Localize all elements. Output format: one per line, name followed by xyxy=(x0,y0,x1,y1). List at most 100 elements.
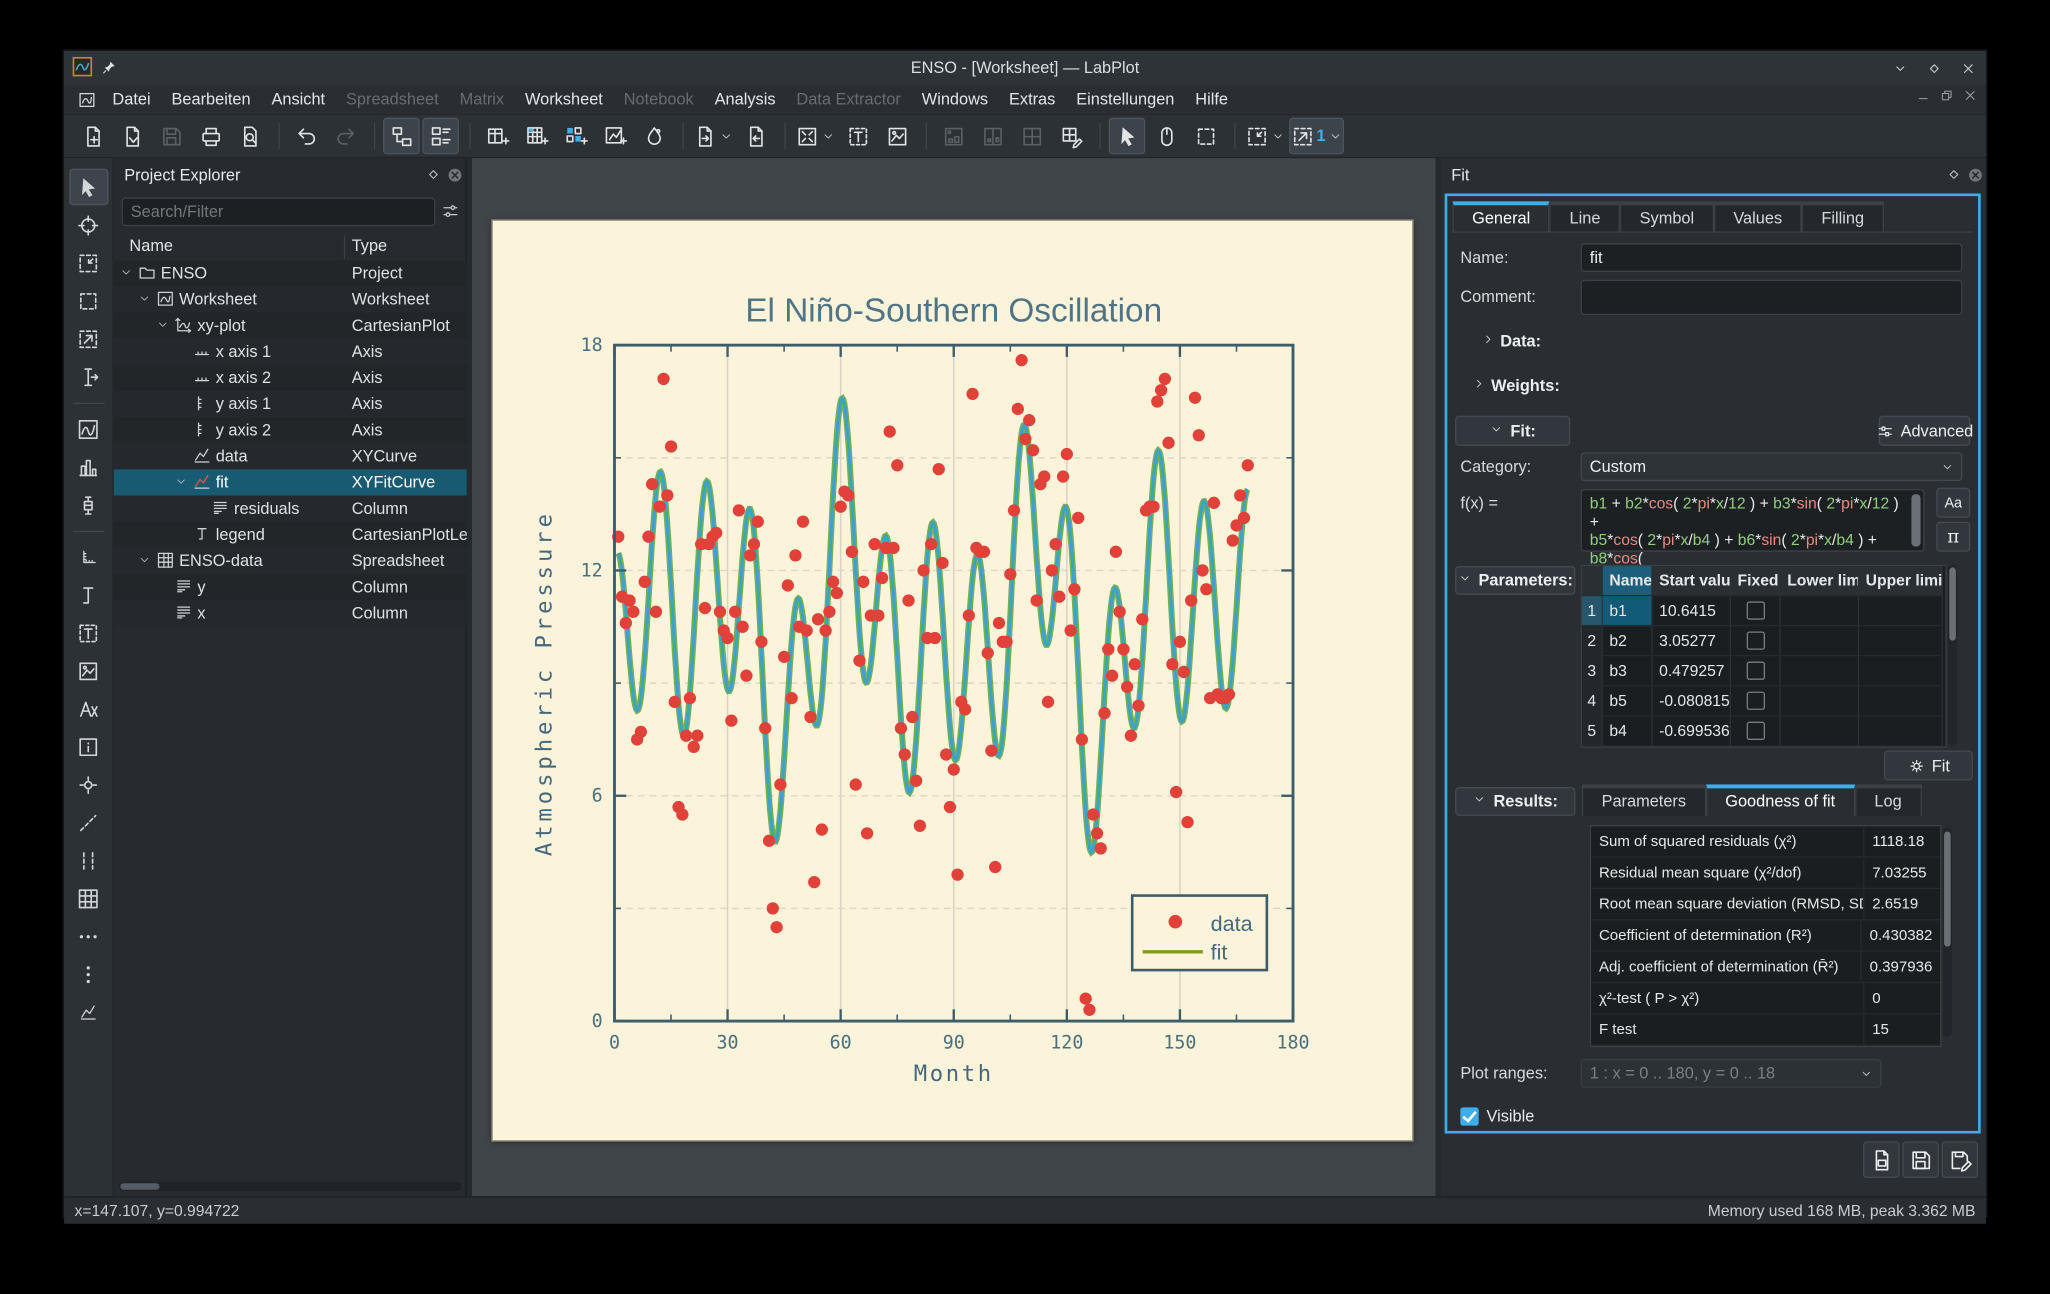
doc-new-button[interactable] xyxy=(75,118,112,155)
menu-hilfe[interactable]: Hilfe xyxy=(1185,88,1239,112)
column-divider[interactable] xyxy=(344,235,345,259)
tree-item-Worksheet[interactable]: WorksheetWorksheet xyxy=(114,286,467,312)
tool-axis-icon-button[interactable] xyxy=(69,539,108,576)
chevron-down-icon[interactable] xyxy=(821,129,835,143)
tool-grid-icon-button[interactable] xyxy=(69,880,108,917)
tool-zoom-fit-button[interactable] xyxy=(69,244,108,281)
new-worksheet-button[interactable] xyxy=(596,118,633,155)
upper-limit[interactable] xyxy=(1859,656,1943,686)
category-combobox[interactable]: Custom xyxy=(1581,452,1963,481)
maximize-icon[interactable] xyxy=(1923,58,1944,79)
formula-scrollbar[interactable] xyxy=(1911,494,1920,546)
name-input[interactable] xyxy=(1581,243,1963,272)
tree-item-residuals[interactable]: residualsColumn xyxy=(114,496,467,522)
close-icon[interactable] xyxy=(1957,58,1978,79)
upper-limit[interactable] xyxy=(1859,626,1943,656)
tool-latex-button[interactable] xyxy=(69,690,108,727)
tree-item-y-axis-2[interactable]: y axis 2Axis xyxy=(114,417,467,443)
fixed-checkbox[interactable] xyxy=(1746,692,1764,710)
parameter-row-b2[interactable]: 2b23.05277 xyxy=(1582,626,1945,656)
menu-windows[interactable]: Windows xyxy=(911,88,998,112)
fixed-checkbox[interactable] xyxy=(1746,662,1764,680)
param-name[interactable]: b4 xyxy=(1603,716,1653,746)
minimize-icon[interactable] xyxy=(1889,58,1910,79)
upper-limit[interactable] xyxy=(1859,596,1943,626)
image-frame-button[interactable] xyxy=(879,118,916,155)
mdi-min-icon[interactable] xyxy=(1915,88,1931,104)
chevron-down-icon[interactable] xyxy=(719,129,733,143)
run-fit-button[interactable]: Fit xyxy=(1884,750,1973,780)
parameter-row-b5[interactable]: 4b5-0.0808158 xyxy=(1582,686,1945,716)
lower-limit[interactable] xyxy=(1781,656,1859,686)
tool-crosshair-button[interactable] xyxy=(69,207,108,244)
tool-chart-hist-button[interactable] xyxy=(69,448,108,485)
param-name[interactable]: b1 xyxy=(1603,596,1653,626)
new-spreadsheet-button[interactable] xyxy=(518,118,555,155)
fixed-checkbox[interactable] xyxy=(1746,601,1764,619)
mouse-button[interactable] xyxy=(1148,118,1185,155)
doc-preview-button[interactable] xyxy=(231,118,268,155)
checkbox-checked-icon[interactable] xyxy=(1460,1107,1478,1125)
dock-float-icon[interactable] xyxy=(425,166,442,183)
tree-item-x-axis-2[interactable]: x axis 2Axis xyxy=(114,365,467,391)
results-scrollbar[interactable] xyxy=(1943,828,1952,1037)
tab-filling[interactable]: Filling xyxy=(1802,201,1884,232)
param-name[interactable]: b3 xyxy=(1603,656,1653,686)
enso-plot[interactable]: 0306090120150180061218El Niño-Southern O… xyxy=(493,221,1412,1140)
lower-limit[interactable] xyxy=(1781,686,1859,716)
menu-worksheet[interactable]: Worksheet xyxy=(515,88,614,112)
fixed[interactable] xyxy=(1731,686,1781,716)
worksheet-sheet[interactable]: 0306090120150180061218El Niño-Southern O… xyxy=(492,220,1414,1142)
visible-checkbox[interactable]: Visible xyxy=(1460,1107,1534,1125)
menu-analysis[interactable]: Analysis xyxy=(704,88,786,112)
chevron-down-icon[interactable] xyxy=(1271,129,1285,143)
upper-limit[interactable] xyxy=(1859,716,1943,746)
upper-limit[interactable] xyxy=(1859,686,1943,716)
fixed[interactable] xyxy=(1731,626,1781,656)
results-tab-parameters[interactable]: Parameters xyxy=(1582,784,1706,815)
mdi-restore-icon[interactable] xyxy=(1939,88,1955,104)
tool-custom-point-button[interactable] xyxy=(69,766,108,803)
start-value[interactable]: -0.699536 xyxy=(1653,716,1731,746)
column-header-type[interactable]: Type xyxy=(352,237,387,255)
dock-close-icon[interactable] xyxy=(446,166,464,184)
doc-open-button[interactable] xyxy=(114,118,151,155)
expander-open-icon[interactable] xyxy=(137,553,151,567)
lower-limit[interactable] xyxy=(1781,716,1859,746)
weights-section-toggle[interactable]: Weights: xyxy=(1472,377,1560,395)
tool-zoom-sel-button[interactable] xyxy=(69,320,108,357)
tree-item-x[interactable]: xColumn xyxy=(114,600,467,626)
save-edit-button[interactable] xyxy=(1941,1141,1978,1178)
start-value[interactable]: 10.6415 xyxy=(1653,596,1731,626)
tree-item-fit[interactable]: fitXYFitCurve xyxy=(114,469,467,495)
tree-item-y-axis-1[interactable]: y axis 1Axis xyxy=(114,391,467,417)
expander-open-icon[interactable] xyxy=(156,318,170,332)
fixed-checkbox[interactable] xyxy=(1746,722,1764,740)
tool-chart-curve-button[interactable] xyxy=(69,411,108,448)
pi-functions-button[interactable]: π xyxy=(1936,522,1970,552)
dock-float-icon[interactable] xyxy=(1945,166,1962,183)
printer-button[interactable] xyxy=(192,118,229,155)
x-axis-label[interactable]: Month xyxy=(914,1061,994,1087)
menu-einstellungen[interactable]: Einstellungen xyxy=(1066,88,1185,112)
undo-button[interactable] xyxy=(288,118,325,155)
new-workbook-button[interactable] xyxy=(479,118,516,155)
results-tab-goodness-of-fit[interactable]: Goodness of fit xyxy=(1706,784,1855,815)
tree-item-y[interactable]: yColumn xyxy=(114,574,467,600)
tool-dots-h-button[interactable] xyxy=(69,918,108,955)
panel-tree-button[interactable] xyxy=(383,118,420,155)
plot-title[interactable]: El Niño-Southern Oscillation xyxy=(745,293,1162,330)
tree-column-header[interactable]: Name Type xyxy=(114,234,466,261)
column-header-name[interactable]: Name xyxy=(129,237,173,255)
fixed-checkbox[interactable] xyxy=(1746,631,1764,649)
lower-limit[interactable] xyxy=(1781,626,1859,656)
menu-ansicht[interactable]: Ansicht xyxy=(261,88,336,112)
expander-open-icon[interactable] xyxy=(137,292,151,306)
data-section-toggle[interactable]: Data: xyxy=(1481,332,1541,350)
panel-props-button[interactable] xyxy=(422,118,459,155)
menu-datei[interactable]: Datei xyxy=(102,88,161,112)
tab-line[interactable]: Line xyxy=(1550,201,1620,232)
fixed[interactable] xyxy=(1731,596,1781,626)
save-button[interactable] xyxy=(1902,1141,1939,1178)
start-value[interactable]: -0.0808158 xyxy=(1653,686,1731,716)
